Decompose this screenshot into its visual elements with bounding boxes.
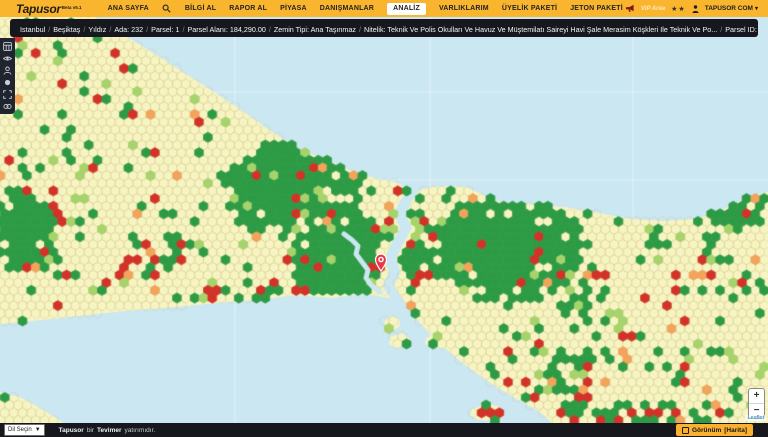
map-marker[interactable] (373, 252, 389, 277)
dot-marker-icon[interactable] (2, 78, 13, 87)
map-toolbar (0, 38, 15, 114)
credit-suffix: yatırımıdır. (125, 427, 156, 434)
view-mode-label: Görünüm (692, 427, 721, 434)
nav-item-uyelik-paketi[interactable]: ÜYELİK PAKETİ (502, 5, 557, 12)
view-mode-button[interactable]: Görünüm [Harita] (676, 424, 753, 436)
leaflet-attribution[interactable]: Leaflet (745, 415, 766, 421)
topbar-user-area: VIP Area ★★ TAPUSOR COM ▾ (625, 0, 758, 18)
nav-item-ana-sayfa[interactable]: ANA SAYFA (108, 5, 149, 12)
checkbox-icon (682, 427, 689, 434)
search-icon[interactable] (162, 4, 172, 14)
nav-item-analiz-active[interactable]: ANALİZ (387, 3, 426, 15)
top-navigation-bar: TapusorBeta v5.1 ANA SAYFA BİLGİ AL RAPO… (0, 0, 768, 17)
megaphone-icon[interactable] (625, 0, 635, 18)
layers-grid-icon[interactable] (2, 42, 13, 51)
app-logo[interactable]: TapusorBeta v5.1 (16, 0, 82, 18)
logo-version-tag: Beta v5.1 (62, 5, 82, 10)
vip-area-label: VIP Area (641, 6, 665, 12)
user-pin-icon[interactable] (2, 66, 13, 75)
breadcrumb: Istanbul/Beşiktaş/Yıldız/Ada: 232/Parsel… (20, 19, 758, 37)
nav-item-varliklarim[interactable]: VARLIKLARIM (439, 5, 489, 12)
credit-brand: Tapusor (59, 427, 84, 434)
zoom-in-button[interactable]: + (749, 389, 764, 403)
user-icon (692, 0, 699, 18)
fullscreen-icon[interactable] (2, 90, 13, 99)
credit-middle: bir (87, 427, 94, 434)
credit-investor: Tevimer (97, 427, 121, 434)
nav-item-rapor-al[interactable]: RAPOR AL (229, 5, 267, 12)
language-select[interactable]: Dil Seçin ▼ (4, 424, 45, 436)
nav-item-bilgi-al[interactable]: BİLGİ AL (185, 5, 216, 12)
nav-item-danismanlar[interactable]: DANIŞMANLAR (320, 5, 374, 12)
parcel-info-bar: Istanbul/Beşiktaş/Yıldız/Ada: 232/Parsel… (10, 19, 758, 37)
account-name: TAPUSOR COM (705, 5, 753, 12)
main-nav: ANA SAYFA BİLGİ AL RAPOR AL PİYASA DANIŞ… (108, 3, 623, 15)
footer-bar: Dil Seçin ▼ Tapusor bir Tevimer yatırımı… (0, 423, 768, 437)
footer-credit: Tapusor bir Tevimer yatırımıdır. (59, 427, 156, 434)
app-window: TapusorBeta v5.1 ANA SAYFA BİLGİ AL RAPO… (0, 0, 768, 437)
hex-heatmap-canvas[interactable] (0, 17, 768, 423)
nav-item-jeton-paketi[interactable]: JETON PAKETİ (570, 5, 623, 12)
rating-stars: ★★ (671, 5, 686, 13)
nav-item-piyasa[interactable]: PİYASA (280, 5, 307, 12)
map-container (0, 17, 768, 423)
select-caret-icon: ▼ (35, 427, 41, 433)
chevron-down-icon: ▾ (755, 5, 758, 12)
eye-icon[interactable] (2, 54, 13, 63)
logo-text: Tapusor (16, 2, 61, 16)
account-menu[interactable]: TAPUSOR COM ▾ (705, 5, 758, 12)
link-icon[interactable] (2, 102, 13, 111)
view-mode-value: [Harita] (724, 427, 747, 434)
language-select-label: Dil Seçin (8, 427, 32, 433)
